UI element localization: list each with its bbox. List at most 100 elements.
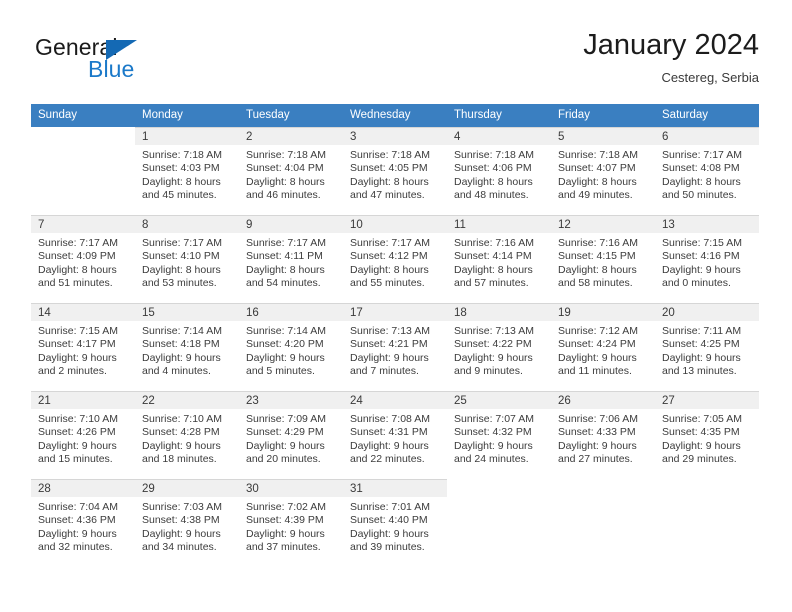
calendar-cell[interactable]: 31 Sunrise: 7:01 AM Sunset: 4:40 PM Dayligh… — [343, 479, 447, 567]
sunset-text: Sunset: 4:04 PM — [246, 162, 324, 175]
calendar-cell[interactable]: 26 Sunrise: 7:06 AM Sunset: 4:33 PM Dayligh… — [551, 391, 655, 479]
day-number: 28 — [31, 480, 135, 497]
sunset-text: Sunset: 4:29 PM — [246, 426, 324, 439]
daylight-text-line2: and 18 minutes. — [142, 453, 217, 466]
calendar-cell[interactable]: 24 Sunrise: 7:08 AM Sunset: 4:31 PM Dayligh… — [343, 391, 447, 479]
day-sun-info: Sunrise: 7:18 AM Sunset: 4:07 PM Daylight:… — [551, 145, 655, 203]
day-number: 11 — [447, 216, 551, 233]
day-sun-info: Sunrise: 7:06 AM Sunset: 4:33 PM Daylight:… — [551, 409, 655, 467]
calendar-day-cell: 1 Sunrise: 7:18 AM Sunset: 4:03 PM Daylight… — [135, 127, 239, 215]
sunset-text: Sunset: 4:39 PM — [246, 514, 324, 527]
day-number: 7 — [31, 216, 135, 233]
calendar-cell — [447, 479, 551, 567]
weekday-header-tuesday: Tuesday — [239, 104, 343, 127]
calendar-cell[interactable]: 6 Sunrise: 7:17 AM Sunset: 4:08 PM Daylight… — [655, 127, 759, 215]
calendar-week-row: 28 Sunrise: 7:04 AM Sunset: 4:36 PM Dayligh… — [31, 479, 759, 567]
calendar-cell[interactable]: 15 Sunrise: 7:14 AM Sunset: 4:18 PM Dayligh… — [135, 303, 239, 391]
daylight-text-line1: Daylight: 9 hours — [246, 351, 325, 364]
calendar-cell[interactable]: 29 Sunrise: 7:03 AM Sunset: 4:38 PM Dayligh… — [135, 479, 239, 567]
sunrise-text: Sunrise: 7:05 AM — [662, 413, 742, 425]
calendar-cell[interactable]: 23 Sunrise: 7:09 AM Sunset: 4:29 PM Dayligh… — [239, 391, 343, 479]
calendar-cell[interactable]: 19 Sunrise: 7:12 AM Sunset: 4:24 PM Dayligh… — [551, 303, 655, 391]
daylight-text-line1: Daylight: 9 hours — [350, 351, 429, 364]
day-number: 8 — [135, 216, 239, 233]
day-number: 1 — [135, 128, 239, 145]
daylight-text-line2: and 2 minutes. — [38, 365, 107, 378]
day-number: 31 — [343, 480, 447, 497]
calendar-week-row: 14 Sunrise: 7:15 AM Sunset: 4:17 PM Dayligh… — [31, 303, 759, 391]
weekday-header-friday: Friday — [551, 104, 655, 127]
calendar-day-cell: 31 Sunrise: 7:01 AM Sunset: 4:40 PM Dayligh… — [343, 479, 447, 567]
calendar-cell[interactable]: 11 Sunrise: 7:16 AM Sunset: 4:14 PM Dayligh… — [447, 215, 551, 303]
calendar-cell[interactable]: 13 Sunrise: 7:15 AM Sunset: 4:16 PM Dayligh… — [655, 215, 759, 303]
calendar-cell[interactable]: 12 Sunrise: 7:16 AM Sunset: 4:15 PM Dayligh… — [551, 215, 655, 303]
daylight-text-line1: Daylight: 8 hours — [454, 175, 533, 188]
day-sun-info: Sunrise: 7:07 AM Sunset: 4:32 PM Daylight:… — [447, 409, 551, 467]
sunset-text: Sunset: 4:06 PM — [454, 162, 532, 175]
calendar-cell[interactable]: 7 Sunrise: 7:17 AM Sunset: 4:09 PM Daylight… — [31, 215, 135, 303]
weekday-header-monday: Monday — [135, 104, 239, 127]
daylight-text-line2: and 51 minutes. — [38, 277, 113, 290]
calendar-day-cell: 15 Sunrise: 7:14 AM Sunset: 4:18 PM Dayligh… — [135, 303, 239, 391]
calendar-cell[interactable]: 9 Sunrise: 7:17 AM Sunset: 4:11 PM Daylight… — [239, 215, 343, 303]
sunset-text: Sunset: 4:16 PM — [662, 250, 740, 263]
calendar-cell[interactable]: 21 Sunrise: 7:10 AM Sunset: 4:26 PM Dayligh… — [31, 391, 135, 479]
calendar-cell[interactable]: 8 Sunrise: 7:17 AM Sunset: 4:10 PM Daylight… — [135, 215, 239, 303]
daylight-text-line2: and 11 minutes. — [558, 365, 632, 378]
daylight-text-line1: Daylight: 8 hours — [142, 175, 221, 188]
calendar-cell[interactable]: 5 Sunrise: 7:18 AM Sunset: 4:07 PM Daylight… — [551, 127, 655, 215]
day-number: 26 — [551, 392, 655, 409]
day-number: 14 — [31, 304, 135, 321]
day-number: 10 — [343, 216, 447, 233]
calendar-cell[interactable]: 30 Sunrise: 7:02 AM Sunset: 4:39 PM Dayligh… — [239, 479, 343, 567]
daylight-text-line1: Daylight: 9 hours — [246, 527, 325, 540]
calendar-day-cell: 4 Sunrise: 7:18 AM Sunset: 4:06 PM Daylight… — [447, 127, 551, 215]
sunrise-text: Sunrise: 7:13 AM — [350, 325, 430, 337]
day-sun-info: Sunrise: 7:14 AM Sunset: 4:18 PM Daylight:… — [135, 321, 239, 379]
sunset-text: Sunset: 4:15 PM — [558, 250, 636, 263]
calendar-cell[interactable]: 14 Sunrise: 7:15 AM Sunset: 4:17 PM Dayligh… — [31, 303, 135, 391]
logo-text-blue: Blue — [88, 56, 135, 82]
calendar-cell[interactable]: 3 Sunrise: 7:18 AM Sunset: 4:05 PM Daylight… — [343, 127, 447, 215]
sunrise-text: Sunrise: 7:18 AM — [350, 149, 430, 161]
day-sun-info: Sunrise: 7:17 AM Sunset: 4:12 PM Daylight:… — [343, 233, 447, 291]
day-sun-info: Sunrise: 7:01 AM Sunset: 4:40 PM Daylight:… — [343, 497, 447, 555]
day-sun-info: Sunrise: 7:17 AM Sunset: 4:11 PM Daylight:… — [239, 233, 343, 291]
daylight-text-line2: and 53 minutes. — [142, 277, 217, 290]
sunset-text: Sunset: 4:08 PM — [662, 162, 740, 175]
day-number: 22 — [135, 392, 239, 409]
daylight-text-line1: Daylight: 9 hours — [454, 351, 533, 364]
calendar-cell[interactable]: 16 Sunrise: 7:14 AM Sunset: 4:20 PM Dayligh… — [239, 303, 343, 391]
day-number: 16 — [239, 304, 343, 321]
day-sun-info: Sunrise: 7:05 AM Sunset: 4:35 PM Daylight:… — [655, 409, 759, 467]
calendar-header-row: Sunday Monday Tuesday Wednesday Thursday… — [31, 104, 759, 127]
sunrise-text: Sunrise: 7:18 AM — [142, 149, 222, 161]
day-number: 24 — [343, 392, 447, 409]
calendar-cell[interactable]: 27 Sunrise: 7:05 AM Sunset: 4:35 PM Dayligh… — [655, 391, 759, 479]
calendar-day-cell: 3 Sunrise: 7:18 AM Sunset: 4:05 PM Daylight… — [343, 127, 447, 215]
daylight-text-line1: Daylight: 8 hours — [350, 175, 429, 188]
daylight-text-line1: Daylight: 9 hours — [142, 439, 221, 452]
day-number: 13 — [655, 216, 759, 233]
calendar-cell[interactable]: 17 Sunrise: 7:13 AM Sunset: 4:21 PM Dayligh… — [343, 303, 447, 391]
calendar-cell — [655, 479, 759, 567]
calendar-day-cell: 12 Sunrise: 7:16 AM Sunset: 4:15 PM Dayligh… — [551, 215, 655, 303]
calendar-cell[interactable]: 4 Sunrise: 7:18 AM Sunset: 4:06 PM Daylight… — [447, 127, 551, 215]
sunset-text: Sunset: 4:33 PM — [558, 426, 636, 439]
day-sun-info: Sunrise: 7:13 AM Sunset: 4:21 PM Daylight:… — [343, 321, 447, 379]
day-sun-info: Sunrise: 7:10 AM Sunset: 4:26 PM Daylight:… — [31, 409, 135, 467]
calendar-cell[interactable]: 18 Sunrise: 7:13 AM Sunset: 4:22 PM Dayligh… — [447, 303, 551, 391]
calendar-cell[interactable]: 2 Sunrise: 7:18 AM Sunset: 4:04 PM Daylight… — [239, 127, 343, 215]
calendar-cell[interactable]: 28 Sunrise: 7:04 AM Sunset: 4:36 PM Dayligh… — [31, 479, 135, 567]
calendar-cell[interactable]: 25 Sunrise: 7:07 AM Sunset: 4:32 PM Dayligh… — [447, 391, 551, 479]
calendar-cell[interactable]: 22 Sunrise: 7:10 AM Sunset: 4:28 PM Dayligh… — [135, 391, 239, 479]
calendar-cell[interactable]: 10 Sunrise: 7:17 AM Sunset: 4:12 PM Dayligh… — [343, 215, 447, 303]
daylight-text-line2: and 57 minutes. — [454, 277, 529, 290]
calendar-day-cell: 25 Sunrise: 7:07 AM Sunset: 4:32 PM Dayligh… — [447, 391, 551, 479]
sunrise-text: Sunrise: 7:10 AM — [142, 413, 222, 425]
calendar-cell[interactable]: 1 Sunrise: 7:18 AM Sunset: 4:03 PM Daylight… — [135, 127, 239, 215]
daylight-text-line1: Daylight: 9 hours — [558, 351, 637, 364]
calendar-cell[interactable]: 20 Sunrise: 7:11 AM Sunset: 4:25 PM Dayligh… — [655, 303, 759, 391]
daylight-text-line2: and 15 minutes. — [38, 453, 113, 466]
day-number: 9 — [239, 216, 343, 233]
